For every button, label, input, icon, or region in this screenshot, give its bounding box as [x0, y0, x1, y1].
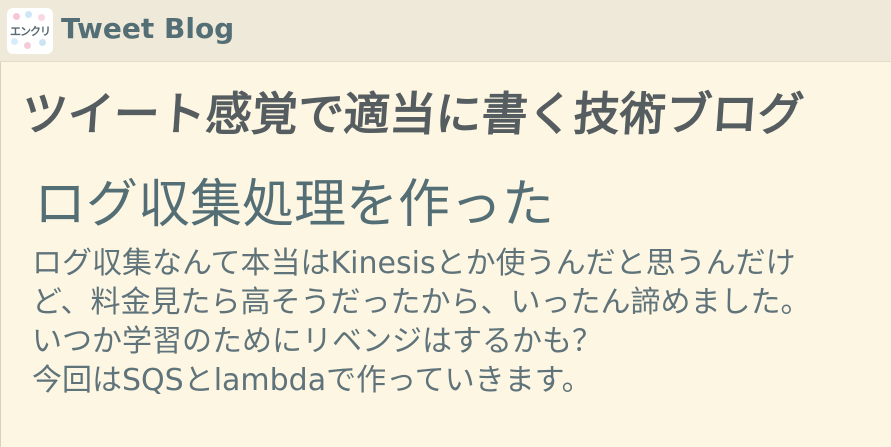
logo-dot	[25, 11, 32, 18]
post-title[interactable]: ログ収集処理を作った	[34, 162, 554, 237]
post-paragraph: いつか学習のためにリベンジはするかも？	[32, 324, 602, 359]
logo-text: エンクリ	[10, 25, 51, 38]
post-body: ログ収集なんて本当はKinesisとか使うんだと思うんだけど、料金見たら高そうだ…	[32, 244, 822, 400]
blog-tagline: ツイート感覚で適当に書く技術ブログ	[19, 87, 806, 141]
logo-dot	[13, 13, 20, 20]
logo-dot	[11, 38, 18, 45]
logo-dot	[39, 39, 46, 46]
page-edge	[0, 62, 1, 447]
logo-dot	[24, 42, 31, 49]
site-logo[interactable]: エンクリ	[7, 8, 53, 54]
site-header: エンクリ Tweet Blog	[0, 0, 891, 62]
post-paragraph: 今回はSQSとlambdaで作っていきます。	[32, 363, 592, 398]
post-paragraph: ログ収集なんて本当はKinesisとか使うんだと思うんだけど、料金見たら高そうだ…	[32, 246, 811, 320]
logo-dot	[38, 14, 45, 21]
site-title[interactable]: Tweet Blog	[61, 12, 234, 45]
